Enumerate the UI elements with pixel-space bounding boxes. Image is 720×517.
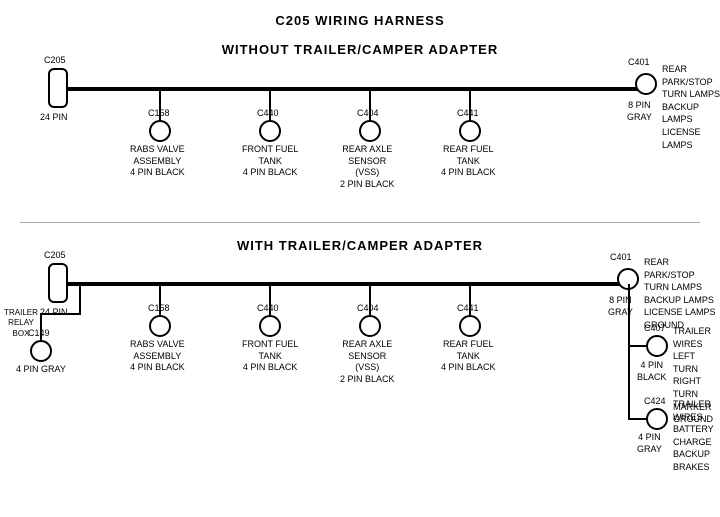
diagram-container: C205 WIRING HARNESS WITHOUT TRAILER/CAMP… <box>0 0 720 500</box>
section2-c424-label: C424 <box>644 396 666 408</box>
section2-c407-label: C407 <box>644 323 666 335</box>
section1-c401-label: C401 <box>628 57 650 69</box>
section-divider <box>20 222 700 223</box>
section1-c158-desc: RABS VALVEASSEMBLY4 PIN BLACK <box>130 144 185 179</box>
section2-c149-connector <box>30 340 52 362</box>
section1-c441-desc: REAR FUELTANK4 PIN BLACK <box>441 144 496 179</box>
section2-c407-hline <box>628 345 648 347</box>
section2-c424-pin: 4 PINGRAY <box>637 432 662 455</box>
section2-c441-connector <box>459 315 481 337</box>
section2-c424-desc: TRAILER WIRESBATTERY CHARGEBACKUPBRAKES <box>673 398 720 474</box>
section2-c404-desc: REAR AXLESENSOR(VSS)2 PIN BLACK <box>340 339 395 386</box>
section1-mainline <box>60 87 650 91</box>
section2-c158-label: C158 <box>148 303 170 315</box>
section2-right-vline <box>628 284 630 419</box>
section2-relay-hline <box>40 313 81 315</box>
section1-c205-pin: 24 PIN <box>40 112 68 124</box>
section2-c441-desc: REAR FUELTANK4 PIN BLACK <box>441 339 496 374</box>
section2-c441-label: C441 <box>457 303 479 315</box>
section2-c401-desc: REAR PARK/STOPTURN LAMPSBACKUP LAMPSLICE… <box>644 256 720 332</box>
section1-c440-connector <box>259 120 281 142</box>
section1-c158-label: C158 <box>148 108 170 120</box>
section2-c205-label: C205 <box>44 250 66 262</box>
section2-c440-label: C440 <box>257 303 279 315</box>
section2-c440-desc: FRONT FUELTANK4 PIN BLACK <box>242 339 298 374</box>
section2-label: WITH TRAILER/CAMPER ADAPTER <box>120 238 600 253</box>
section2-relay-vline <box>79 285 81 315</box>
section1-c401-pin: 8 PINGRAY <box>627 100 652 123</box>
section1-c158-connector <box>149 120 171 142</box>
section2-c158-connector <box>149 315 171 337</box>
section2-mainline <box>60 282 630 286</box>
section2-c158-desc: RABS VALVEASSEMBLY4 PIN BLACK <box>130 339 185 374</box>
section2-c424-hline <box>628 418 648 420</box>
section1-c404-desc: REAR AXLESENSOR(VSS)2 PIN BLACK <box>340 144 395 191</box>
section2-c149-desc: 4 PIN GRAY <box>16 364 66 376</box>
section1-c440-desc: FRONT FUELTANK4 PIN BLACK <box>242 144 298 179</box>
page-title: C205 WIRING HARNESS <box>0 5 720 28</box>
section2-c407-pin: 4 PINBLACK <box>637 360 667 383</box>
section1-c205-connector <box>48 68 68 108</box>
section1-c205-label: C205 <box>44 55 66 67</box>
section2-c404-connector <box>359 315 381 337</box>
section2-c401-label: C401 <box>610 252 632 264</box>
section1-c404-label: C404 <box>357 108 379 120</box>
section1-c401-connector <box>635 73 657 95</box>
section2-c424-connector <box>646 408 668 430</box>
section1-c441-label: C441 <box>457 108 479 120</box>
section1-c401-desc: REAR PARK/STOPTURN LAMPSBACKUP LAMPSLICE… <box>662 63 720 151</box>
section2-c205-connector <box>48 263 68 303</box>
section1-c404-connector <box>359 120 381 142</box>
section1-label: WITHOUT TRAILER/CAMPER ADAPTER <box>120 42 600 57</box>
section1-c440-label: C440 <box>257 108 279 120</box>
section2-c404-label: C404 <box>357 303 379 315</box>
section1-c441-connector <box>459 120 481 142</box>
section2-c149-label: C149 <box>28 328 50 340</box>
section2-c407-connector <box>646 335 668 357</box>
section2-c440-connector <box>259 315 281 337</box>
